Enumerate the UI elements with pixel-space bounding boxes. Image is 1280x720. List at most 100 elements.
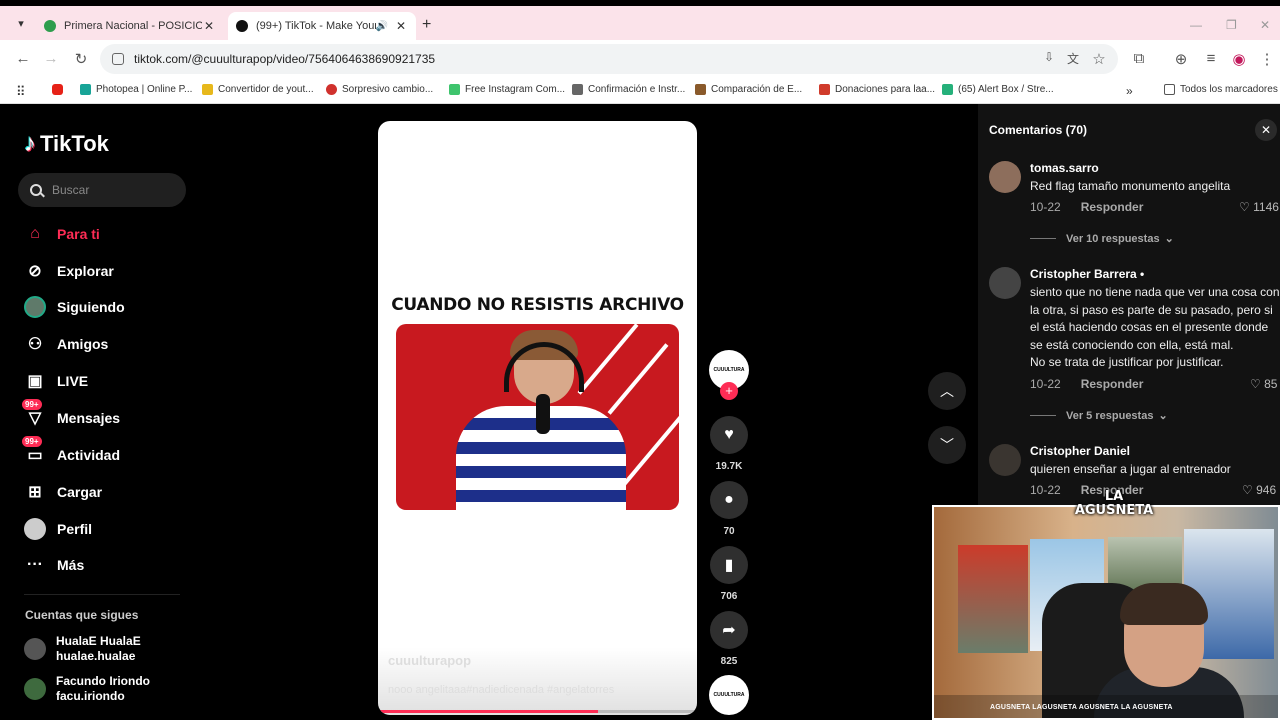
close-comments-icon[interactable]: ✕ [1255,119,1277,141]
address-bar[interactable]: tiktok.com/@cuuulturapop/video/756406463… [100,44,1118,74]
video-player[interactable]: CUANDO NO RESISTIS ARCHIVO cuuulturapop … [378,121,697,715]
nav-siguiendo[interactable]: Siguiendo [24,294,125,320]
comment-button[interactable]: ● [710,481,748,519]
tab-search-dropdown[interactable]: ▾ [12,15,30,33]
close-window-icon[interactable]: ✕ [1260,18,1270,32]
tab-primera-nacional[interactable]: Primera Nacional - POSICIONES ✕ [36,12,224,40]
view-replies-button[interactable]: Ver 5 respuestas ⌄ [1030,409,1168,423]
nav-label: Siguiendo [57,299,125,315]
all-bookmarks-folder[interactable]: Todos los marcadores [1164,84,1278,95]
comment-meta: 10-22 Responder [1030,200,1143,214]
comment-date: 10-22 [1030,483,1061,497]
tab-close-icon[interactable]: ✕ [394,19,408,33]
following-heading: Cuentas que sigues [25,608,139,622]
comment-like[interactable]: ♡ 85 [1250,377,1277,391]
search-input[interactable] [52,183,172,197]
install-app-icon[interactable]: ⇩ [1040,50,1058,64]
bookmark-item[interactable]: Free Instagram Com... [449,84,565,95]
following-account[interactable]: Facundo Iriondo facu.iriondo [24,674,150,704]
url-text: tiktok.com/@cuuulturapop/video/756406463… [134,52,436,66]
account-handle: facu.iriondo [56,689,125,703]
nav-label: Para ti [57,226,100,242]
nav-label: Explorar [57,263,114,279]
following-account[interactable]: HualaE HualaE hualae.hualae [24,634,141,664]
profile-icon[interactable]: ◉ [1230,50,1248,68]
like-button[interactable]: ♥ [710,416,748,454]
comment-date: 10-22 [1030,377,1061,391]
heart-icon: ♡ [1242,483,1253,497]
menu-icon[interactable]: ⋮ [1258,50,1276,68]
media-control-icon[interactable]: ≡ [1202,50,1220,67]
tab-title: Primera Nacional - POSICIONES [64,20,202,32]
reload-icon[interactable]: ↻ [72,50,90,68]
extensions-icon[interactable]: ⧉ [1130,50,1148,67]
tiktok-logo[interactable]: ♪ TikTok [24,130,109,158]
maximize-icon[interactable]: ❐ [1226,18,1237,32]
nav-explorar[interactable]: ⊘ Explorar [24,258,114,284]
speaker-icon[interactable]: 🔊 [376,21,388,32]
video-description: nooo angelitaaa#nadiedicenada #angelator… [388,684,615,696]
previous-video-button[interactable]: ︿ [928,372,966,410]
nav-cargar[interactable]: ⊞ Cargar [24,479,102,505]
back-icon[interactable]: ← [14,50,32,67]
more-bookmarks-icon[interactable]: » [1126,84,1133,98]
comment-like[interactable]: ♡ 946 [1242,483,1276,497]
chevron-down-icon: ﹀ [940,437,954,453]
apps-icon[interactable]: ⠿ [16,84,26,100]
minimize-icon[interactable]: — [1190,18,1202,32]
comment-username[interactable]: tomas.sarro [1030,161,1099,175]
like-count: 85 [1264,377,1278,391]
tab-title: (99+) TikTok - Make Your Day [256,20,376,32]
bookmark-item[interactable]: Sorpresivo cambio... [326,84,433,95]
comment-username[interactable]: Cristopher Daniel [1030,444,1130,458]
comment-text: Red flag tamaño monumento angelita [1030,179,1231,193]
search-icon[interactable] [30,184,42,196]
account-handle: hualae.hualae [56,649,136,663]
bookmark-item[interactable]: Donaciones para laa... [819,84,935,95]
new-tab-icon[interactable]: + [422,16,431,34]
bookmark-item[interactable]: (65) Alert Box / Stre... [942,84,1054,95]
bookmark-item[interactable]: Photopea | Online P... [80,84,192,95]
tab-favicon [44,20,56,32]
downloads-icon[interactable]: ⊕ [1172,50,1190,68]
avatar[interactable] [989,161,1021,193]
comment-icon: ● [724,491,734,508]
nav-mas[interactable]: ··· Más [24,552,84,578]
nav-amigos[interactable]: ⚇ Amigos [24,331,109,357]
follow-plus-icon[interactable]: + [720,382,738,400]
reply-button[interactable]: Responder [1081,377,1144,391]
youtube-bookmark[interactable] [52,84,68,95]
share-button[interactable]: ➦ [710,611,748,649]
nav-label: Perfil [57,521,93,537]
comment-username[interactable]: Cristopher Barrera • [1030,267,1144,281]
nav-para-ti[interactable]: ⌂ Para ti [24,221,100,247]
nav-mensajes[interactable]: ▽ 99+ Mensajes [22,399,120,431]
nav-live[interactable]: ▣ LIVE [24,368,88,394]
video-progress-bar[interactable] [378,710,697,713]
save-button[interactable]: ▮ [710,546,748,584]
streamer-logo: LA AGUSNETA [1074,489,1154,518]
nav-perfil[interactable]: Perfil [24,516,92,542]
home-icon: ⌂ [30,225,40,242]
nav-actividad[interactable]: ▭ 99+ Actividad [22,436,120,468]
translate-icon[interactable]: 文 [1064,50,1082,67]
chevron-down-icon: ⌄ [1158,410,1168,422]
tab-tiktok[interactable]: (99+) TikTok - Make Your Day 🔊 ✕ [228,12,416,40]
music-disc-avatar[interactable]: CUUULTURA [709,675,749,715]
site-info-icon[interactable] [112,53,124,65]
avatar[interactable] [989,267,1021,299]
forward-icon[interactable]: → [42,50,60,67]
video-username[interactable]: cuuulturapop [388,653,471,668]
bookmark-star-icon[interactable]: ☆ [1090,50,1108,68]
reply-button[interactable]: Responder [1081,200,1144,214]
search-box [18,173,186,207]
bookmark-item[interactable]: Convertidor de yout... [202,84,314,95]
view-replies-button[interactable]: Ver 10 respuestas ⌄ [1030,232,1174,246]
bookmark-item[interactable]: Confirmación e Instr... [572,84,685,95]
next-video-button[interactable]: ﹀ [928,426,966,464]
tab-close-icon[interactable]: ✕ [202,19,216,33]
bookmark-item[interactable]: Comparación de E... [695,84,802,95]
avatar[interactable] [989,444,1021,476]
comment-like[interactable]: ♡ 1146 [1239,200,1279,214]
tab-favicon [236,20,248,32]
